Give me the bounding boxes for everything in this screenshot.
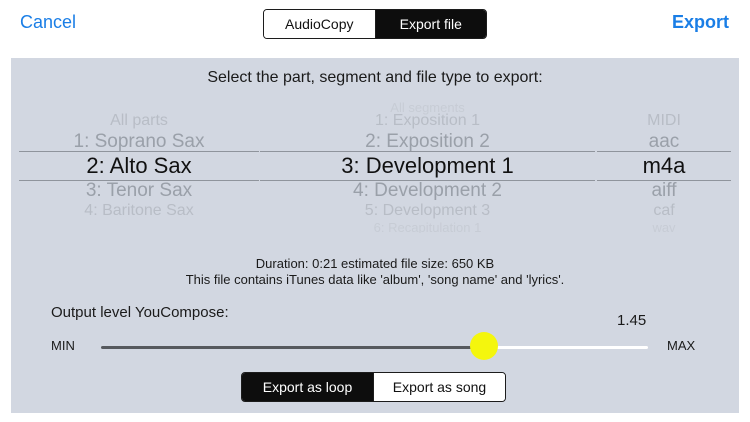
picker-row[interactable]: caf (597, 202, 731, 220)
selection-divider (19, 151, 259, 152)
picker-row[interactable]: 6: Recapitulation 1 (260, 220, 595, 233)
picker-row[interactable]: 4: Baritone Sax (19, 202, 259, 220)
export-button[interactable]: Export (672, 10, 729, 34)
selection-divider (597, 180, 731, 181)
instruction-text: Select the part, segment and file type t… (207, 69, 543, 86)
part-picker[interactable]: All parts 1: Soprano Sax 2: Alto Sax 3: … (19, 98, 259, 233)
export-as-song-button[interactable]: Export as song (373, 373, 505, 401)
picker-row[interactable]: 1: Exposition 1 (260, 112, 595, 130)
output-level-slider[interactable] (101, 346, 648, 349)
cancel-button[interactable]: Cancel (20, 10, 76, 34)
picker-row-selected[interactable]: 2: Alto Sax (19, 153, 259, 179)
itunes-info-text: This file contains iTunes data like 'alb… (185, 272, 565, 287)
picker-row[interactable]: wav (597, 220, 731, 233)
duration-text: Duration: 0:21 estimated file size: 650 … (255, 256, 495, 271)
export-mode-segmented-control: Export as loop Export as song (241, 372, 506, 402)
picker-row[interactable]: 5: Development 3 (260, 202, 595, 220)
output-level-label: Output level YouCompose: (51, 304, 229, 321)
segment-picker[interactable]: All segments 1: Exposition 1 2: Expositi… (260, 98, 595, 233)
selection-divider (19, 180, 259, 181)
picker-row[interactable]: 2: Exposition 2 (260, 131, 595, 153)
export-as-loop-button[interactable]: Export as loop (242, 373, 373, 401)
picker-row[interactable]: aiff (597, 180, 731, 202)
picker-row[interactable]: 4: Development 2 (260, 180, 595, 202)
selection-divider (260, 151, 595, 152)
picker-row[interactable]: 1: Soprano Sax (19, 131, 259, 153)
navigation-bar: Cancel AudioCopy Export file Export (0, 0, 750, 48)
export-panel: Select the part, segment and file type t… (11, 58, 739, 413)
slider-max-label: MAX (667, 338, 696, 353)
tab-audiocopy[interactable]: AudioCopy (264, 10, 375, 38)
tab-export-file[interactable]: Export file (374, 10, 486, 38)
slider-thumb[interactable] (470, 332, 498, 360)
picker-row[interactable]: MIDI (597, 112, 731, 130)
file-type-picker[interactable]: MIDI aac m4a aiff caf wav (597, 98, 731, 233)
selection-divider (597, 151, 731, 152)
slider-fill (101, 346, 484, 349)
slider-min-label: MIN (51, 338, 75, 353)
mode-segmented-control: AudioCopy Export file (263, 9, 487, 39)
output-level-value: 1.45 (617, 312, 647, 329)
picker-row[interactable]: All parts (19, 112, 259, 130)
picker-row-selected[interactable]: 3: Development 1 (260, 153, 595, 179)
picker-row[interactable]: 3: Tenor Sax (19, 180, 259, 202)
selection-divider (260, 180, 595, 181)
picker-row-selected[interactable]: m4a (597, 153, 731, 179)
picker-row[interactable]: aac (597, 131, 731, 153)
